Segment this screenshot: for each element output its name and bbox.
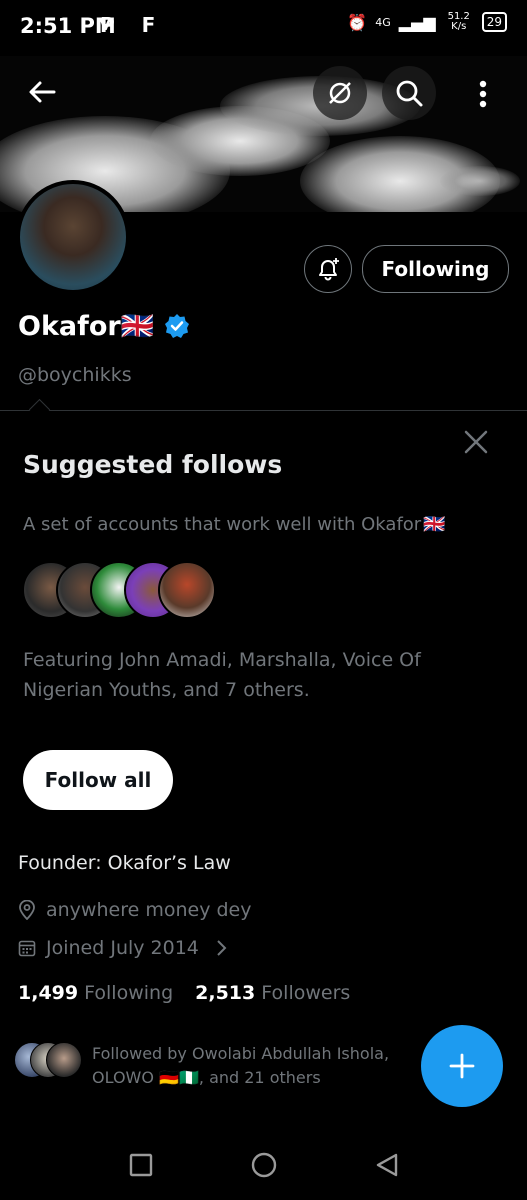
following-button[interactable]: Following — [362, 245, 509, 293]
notifications-button[interactable] — [304, 245, 352, 293]
network-type: 4G — [375, 15, 391, 29]
following-count-link[interactable]: 1,499 Following — [18, 982, 173, 1004]
profile-bio: Founder: Okafor’s Law — [18, 852, 231, 874]
profile-name-row: Okafor🇬🇧 — [18, 310, 190, 342]
search-icon — [396, 80, 423, 107]
divider-pointer — [28, 398, 51, 421]
more-vertical-icon — [479, 80, 487, 108]
following-count-label: Following — [84, 982, 174, 1004]
flags-icon: 🇩🇪🇳🇬 — [159, 1068, 199, 1087]
grok-button[interactable] — [313, 66, 367, 120]
plus-icon — [449, 1053, 475, 1079]
followers-count-link[interactable]: 2,513 Followers — [195, 982, 350, 1004]
notification-icons: P F — [100, 13, 166, 37]
profile-avatar[interactable] — [16, 180, 130, 294]
close-icon — [464, 430, 488, 454]
profile-location: anywhere money dey — [18, 899, 251, 921]
battery-icon: 29 — [481, 12, 507, 32]
follower-avatar — [46, 1042, 82, 1078]
location-pin-icon — [19, 900, 35, 920]
followers-count-label: Followers — [261, 982, 351, 1004]
home-button[interactable] — [249, 1150, 279, 1180]
chevron-right-icon — [217, 940, 227, 956]
profile-name: Okafor🇬🇧 — [18, 311, 155, 342]
followed-by-text: Followed by Owolabi Abdullah Ishola, OLO… — [92, 1044, 390, 1087]
back-nav-button[interactable] — [374, 1152, 400, 1178]
section-divider — [0, 410, 527, 411]
back-button[interactable] — [20, 70, 64, 114]
search-button[interactable] — [382, 66, 436, 120]
calendar-icon — [18, 940, 36, 957]
close-suggestions-button[interactable] — [460, 426, 492, 458]
follow-counts: 1,499 Following 2,513 Followers — [18, 982, 350, 1004]
network-speed: 51.2 K/s — [447, 11, 470, 32]
alarm-icon: ⏰ — [347, 12, 368, 32]
more-options-button[interactable] — [465, 72, 501, 116]
recents-button[interactable] — [128, 1152, 154, 1178]
profile-joined[interactable]: Joined July 2014 — [18, 937, 227, 959]
verified-badge-icon — [165, 314, 190, 338]
suggested-featuring-text: Featuring John Amadi, Marshalla, Voice O… — [23, 649, 421, 701]
bell-plus-icon — [319, 258, 339, 281]
followed-by-avatars — [14, 1042, 84, 1078]
followers-count: 2,513 — [195, 982, 256, 1004]
grok-icon — [329, 82, 351, 104]
compose-fab-button[interactable] — [421, 1025, 503, 1107]
arrow-left-icon — [29, 81, 56, 103]
system-nav-bar — [0, 1130, 527, 1200]
signal-icon: ▂▄▆ — [398, 12, 436, 32]
suggested-follows-title: Suggested follows — [23, 450, 283, 479]
follow-all-button[interactable]: Follow all — [23, 750, 173, 810]
system-icons: ⏰ 4G ▂▄▆ 51.2 K/s 29 — [347, 12, 507, 32]
uk-flag-icon: 🇬🇧 — [423, 514, 446, 535]
followed-by-row[interactable]: Followed by Owolabi Abdullah Ishola, OLO… — [14, 1042, 432, 1090]
suggested-follows-subtitle: A set of accounts that work well with Ok… — [23, 514, 446, 535]
following-count: 1,499 — [18, 982, 79, 1004]
suggested-avatar — [158, 561, 216, 619]
uk-flag-icon: 🇬🇧 — [120, 311, 155, 342]
status-bar: 2:51 PM P F ⏰ 4G ▂▄▆ 51.2 K/s 29 — [0, 0, 527, 56]
profile-handle: @boychikks — [18, 364, 132, 386]
suggested-avatars[interactable] — [22, 561, 242, 621]
